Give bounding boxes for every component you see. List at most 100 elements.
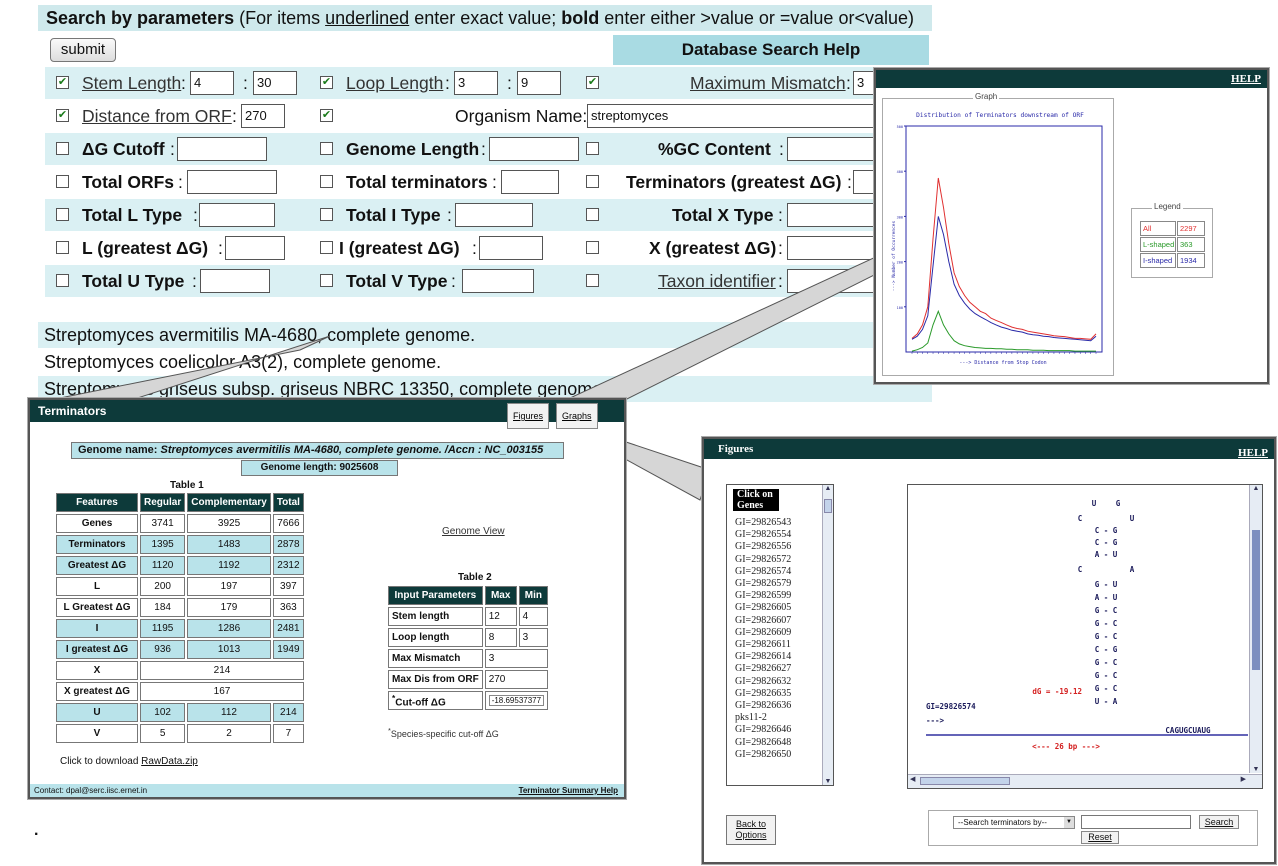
back-to-options-button[interactable]: Back to Options [726,815,776,845]
figures-help-link[interactable]: HELP [1238,443,1268,463]
genome-view-link[interactable]: Genome View [442,526,505,537]
list-item[interactable]: GI=29826614 [735,651,791,663]
list-item[interactable]: GI=29826607 [735,615,791,627]
list-item[interactable]: GI=29826605 [735,602,791,614]
feature-cell: L [56,577,138,596]
loop-length-max-input[interactable]: 9 [517,71,561,95]
structure-hscrollbar[interactable]: ◀ ▶ [908,774,1262,788]
list-item[interactable]: GI=29826636 [735,700,791,712]
table-row: V527 [56,724,304,743]
contact-email[interactable]: Contact: dpal@serc.iisc.ernet.in [34,784,147,797]
dg-cutoff-checkbox[interactable] [56,142,69,155]
search-button[interactable]: Search [1199,815,1239,829]
total-orfs-input[interactable] [187,170,277,194]
list-item[interactable]: GI=29826579 [735,578,791,590]
list-item[interactable]: GI=29826556 [735,541,791,553]
total-l-input[interactable] [199,203,275,227]
organism-checkbox[interactable]: ✔ [320,109,333,122]
terminator-summary-help-link[interactable]: Terminator Summary Help [519,784,618,797]
list-item[interactable]: pks11-2 [735,712,791,724]
list-item[interactable]: GI=29826650 [735,749,791,761]
terminators-greatest-checkbox[interactable] [586,175,599,188]
total-x-input[interactable] [787,203,877,227]
structure-scroll-up-icon[interactable]: ▲ [1250,485,1262,492]
loop-length-checkbox[interactable]: ✔ [320,76,333,89]
rawdata-download-link[interactable]: RawData.zip [141,756,198,767]
organism-input[interactable]: streptomyces [587,104,877,128]
series-line-lshaped [911,309,1096,352]
graph-help-link[interactable]: HELP [1231,73,1261,85]
l-greatest-checkbox[interactable] [56,241,69,254]
scroll-up-icon[interactable]: ▲ [823,485,833,492]
list-item[interactable]: GI=29826648 [735,737,791,749]
i-greatest-checkbox[interactable] [320,241,333,254]
result-row[interactable]: Streptomyces coelicolor A3(2), complete … [38,349,932,375]
list-item[interactable]: GI=29826609 [735,627,791,639]
structure-vscrollbar[interactable]: ▲ ▼ [1249,485,1262,773]
structure-hscroll-thumb[interactable] [920,777,1010,785]
gene-list-scroll-thumb[interactable] [824,499,832,513]
genome-length-input[interactable] [489,137,579,161]
value-cell: 214 [272,703,304,722]
database-search-help-link[interactable]: Database Search Help [613,35,929,65]
total-l-checkbox[interactable] [56,208,69,221]
list-item[interactable]: GI=29826635 [735,688,791,700]
structure-viewer[interactable]: UGCUC-GC-GA-UCAG-UA-UG-CG-CG-CC-GG-CG-CG… [907,484,1263,789]
dg-cutoff-input[interactable] [177,137,267,161]
figures-button[interactable]: Figures [507,403,550,429]
x-greatest-checkbox[interactable] [586,241,599,254]
result-row[interactable]: Streptomyces avermitilis MA-4680, comple… [38,322,932,348]
total-v-input[interactable] [462,269,534,293]
list-item[interactable]: GI=29826572 [735,554,791,566]
search-terminators-select[interactable]: --Search terminators by-- ▼ [953,816,1075,829]
total-terminators-label: Total terminators [346,172,488,192]
total-u-input[interactable] [200,269,270,293]
graphs-button[interactable]: Graphs [556,403,598,429]
distance-orf-input[interactable]: 270 [241,104,285,128]
stem-length-max-input[interactable]: 30 [253,71,297,95]
total-i-checkbox[interactable] [320,208,333,221]
gene-list-scrollbar[interactable]: ▲ ▼ [822,485,833,785]
taxon-input[interactable] [787,269,877,293]
total-x-checkbox[interactable] [586,208,599,221]
gc-content-input[interactable] [787,137,877,161]
total-terminators-checkbox[interactable] [320,175,333,188]
genome-length-checkbox[interactable] [320,142,333,155]
total-terminators-input[interactable] [501,170,559,194]
gc-content-checkbox[interactable] [586,142,599,155]
search-hint-bold: bold [561,8,600,28]
reset-button[interactable]: Reset [1081,831,1119,844]
taxon-checkbox[interactable] [586,274,599,287]
structure-scroll-down-icon[interactable]: ▼ [1250,766,1262,773]
search-terminators-input[interactable] [1081,815,1191,829]
list-item[interactable]: GI=29826611 [735,639,791,651]
i-greatest-input[interactable] [479,236,543,260]
structure-scroll-left-icon[interactable]: ◀ [910,775,915,783]
total-v-checkbox[interactable] [320,274,333,287]
value-cell: 214 [140,661,304,680]
gene-list[interactable]: Click on Genes GI=29826543 GI=29826554 GI=… [726,484,834,786]
total-u-checkbox[interactable] [56,274,69,287]
l-greatest-input[interactable] [225,236,285,260]
stem-length-min-input[interactable]: 4 [190,71,234,95]
max-mismatch-checkbox[interactable]: ✔ [586,76,599,89]
submit-button[interactable]: submit [50,38,116,62]
scroll-down-icon[interactable]: ▼ [823,778,833,785]
list-item[interactable]: GI=29826627 [735,663,791,675]
stem-length-checkbox[interactable]: ✔ [56,76,69,89]
list-item[interactable]: GI=29826646 [735,724,791,736]
graph-window-titlebar: HELP [876,70,1267,88]
structure-vscroll-thumb[interactable] [1252,530,1260,670]
list-item[interactable]: GI=29826574 [735,566,791,578]
x-greatest-input[interactable] [787,236,877,260]
total-orfs-checkbox[interactable] [56,175,69,188]
structure-scroll-right-icon[interactable]: ▶ [1241,775,1246,783]
total-i-input[interactable] [455,203,533,227]
loop-length-min-input[interactable]: 3 [454,71,498,95]
list-item[interactable]: GI=29826554 [735,529,791,541]
cutoff-value-field[interactable]: -18.69537377 [488,695,545,706]
list-item[interactable]: GI=29826543 [735,517,791,529]
list-item[interactable]: GI=29826599 [735,590,791,602]
distance-orf-checkbox[interactable]: ✔ [56,109,69,122]
list-item[interactable]: GI=29826632 [735,676,791,688]
